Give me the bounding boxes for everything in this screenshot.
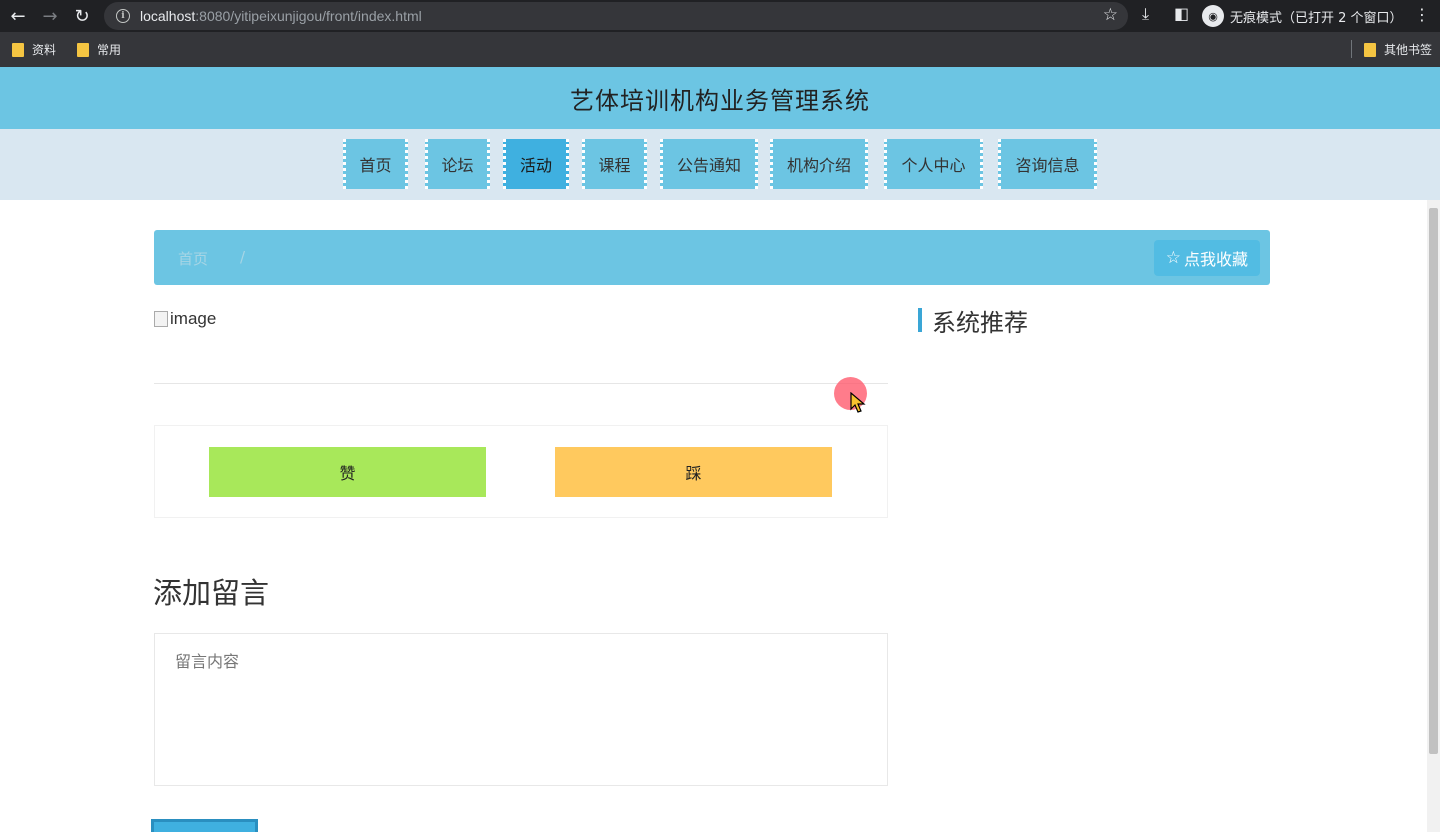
favorite-button-label: 点我收藏 [1183, 250, 1248, 269]
bookmark-label: 其他书签 [1384, 43, 1433, 57]
dislike-button[interactable]: 踩 [555, 447, 832, 497]
nav-item-activity[interactable]: 活动 [503, 139, 569, 189]
side-panel-icon[interactable]: ◧ [1174, 4, 1189, 23]
address-bar[interactable]: i localhost:8080/yitipeixunjigou/front/i… [104, 2, 1128, 30]
detail-image: image [154, 309, 216, 329]
breadcrumb-home[interactable]: 首页 [178, 248, 208, 269]
nav-item-forum[interactable]: 论坛 [425, 139, 490, 189]
site-title: 艺体培训机构业务管理系统 [570, 86, 870, 115]
incognito-icon: ◉ [1202, 5, 1224, 27]
breadcrumb-separator: / [240, 248, 246, 266]
image-alt-text: image [170, 309, 217, 328]
folder-icon [1364, 42, 1376, 57]
favorite-button[interactable]: ☆ 点我收藏 [1153, 240, 1260, 276]
bookmarks-bar: 资料 常用 其他书签 [0, 32, 1440, 67]
broken-image-icon [154, 311, 168, 327]
nav-item-notice[interactable]: 公告通知 [660, 139, 758, 189]
bookmark-separator [1351, 40, 1352, 58]
breadcrumb: 首页 / ☆ 点我收藏 [154, 230, 1270, 285]
site-header: 艺体培训机构业务管理系统 [0, 67, 1440, 129]
comment-title: 添加留言 [153, 576, 270, 610]
site-info-icon[interactable]: i [116, 9, 130, 23]
incognito-indicator[interactable]: ◉ 无痕模式（已打开 2 个窗口） [1202, 4, 1403, 28]
bookmark-label: 常用 [97, 43, 122, 57]
comment-input[interactable] [154, 633, 888, 786]
bookmark-folder-ziliao[interactable]: 资料 [12, 41, 56, 58]
url-text: localhost:8080/yitipeixunjigou/front/ind… [140, 8, 422, 24]
bookmark-star-icon[interactable]: ☆ [1103, 5, 1118, 25]
divider [154, 383, 888, 384]
download-icon[interactable]: ⤓ [1142, 4, 1149, 24]
heading-accent-bar [918, 308, 922, 332]
browser-toolbar: ← → ↻ i localhost:8080/yitipeixunjigou/f… [0, 0, 1440, 32]
page-scrollbar[interactable] [1427, 200, 1440, 832]
scrollbar-thumb[interactable] [1429, 208, 1438, 754]
recommend-title: 系统推荐 [932, 308, 1028, 337]
like-button[interactable]: 赞 [209, 447, 486, 497]
nav-item-home[interactable]: 首页 [343, 139, 408, 189]
main-nav: 首页 论坛 活动 课程 公告通知 机构介绍 个人中心 咨询信息 [0, 129, 1440, 200]
nav-item-profile[interactable]: 个人中心 [884, 139, 983, 189]
folder-icon [12, 42, 24, 57]
bookmark-label: 资料 [32, 43, 57, 57]
mouse-cursor-icon [850, 392, 866, 413]
incognito-label: 无痕模式（已打开 2 个窗口） [1230, 10, 1403, 26]
recommend-heading: 系统推荐 [918, 305, 1028, 337]
forward-arrow-icon[interactable]: → [34, 0, 66, 32]
folder-icon [77, 42, 89, 57]
submit-comment-button[interactable] [151, 819, 258, 832]
star-outline-icon: ☆ [1165, 248, 1181, 268]
vote-panel: 赞 踩 [154, 425, 888, 518]
back-arrow-icon[interactable]: ← [2, 0, 34, 32]
nav-item-course[interactable]: 课程 [582, 139, 647, 189]
reload-icon[interactable]: ↻ [66, 0, 98, 32]
menu-kebab-icon[interactable]: ⋮ [1414, 5, 1430, 24]
bookmark-folder-changyong[interactable]: 常用 [77, 41, 121, 58]
url-path: :8080/yitipeixunjigou/front/index.html [195, 8, 422, 24]
nav-item-about[interactable]: 机构介绍 [770, 139, 868, 189]
nav-item-consult[interactable]: 咨询信息 [998, 139, 1097, 189]
url-host: localhost [140, 8, 196, 24]
bookmark-folder-other[interactable]: 其他书签 [1364, 41, 1432, 58]
